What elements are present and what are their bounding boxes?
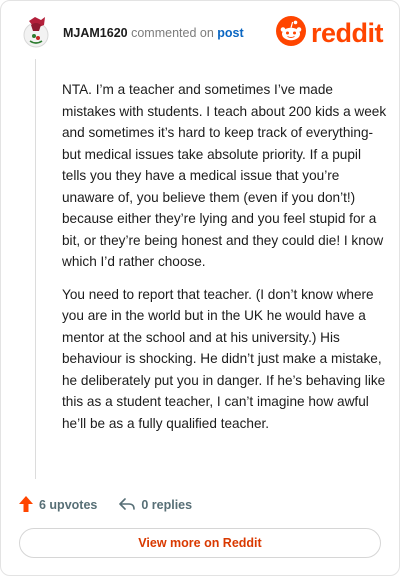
reddit-wordmark: reddit — [310, 18, 384, 48]
comment-actions: 6 upvotes 0 replies — [19, 495, 214, 515]
view-more-button[interactable]: View more on Reddit — [19, 528, 381, 558]
thread-line — [35, 59, 36, 479]
comment-meta: MJAM1620 commented on post — [63, 26, 244, 40]
post-link[interactable]: post — [217, 26, 243, 40]
username-link[interactable]: MJAM1620 — [63, 26, 128, 40]
comment-card: MJAM1620 commented on post reddit NTA. I… — [0, 0, 400, 576]
reply-button[interactable]: 0 replies — [119, 497, 192, 514]
reply-count: 0 replies — [141, 498, 193, 512]
reddit-logo[interactable]: reddit — [275, 15, 384, 51]
reddit-snoo-icon — [275, 15, 306, 51]
upvote-arrow-icon — [19, 495, 33, 515]
comment-paragraph-2: You need to report that teacher. (I don’… — [62, 286, 386, 431]
user-avatar-icon[interactable] — [21, 15, 51, 49]
comment-body: NTA. I’m a teacher and sometimes I’ve ma… — [62, 79, 388, 445]
action-text: commented on — [131, 26, 214, 40]
upvote-button[interactable]: 6 upvotes — [19, 495, 98, 515]
upvote-count: 6 upvotes — [39, 498, 98, 512]
comment-header: MJAM1620 commented on post reddit — [19, 15, 385, 55]
reply-arrow-icon — [119, 497, 136, 514]
comment-paragraph-1: NTA. I’m a teacher and sometimes I’ve ma… — [62, 82, 387, 269]
